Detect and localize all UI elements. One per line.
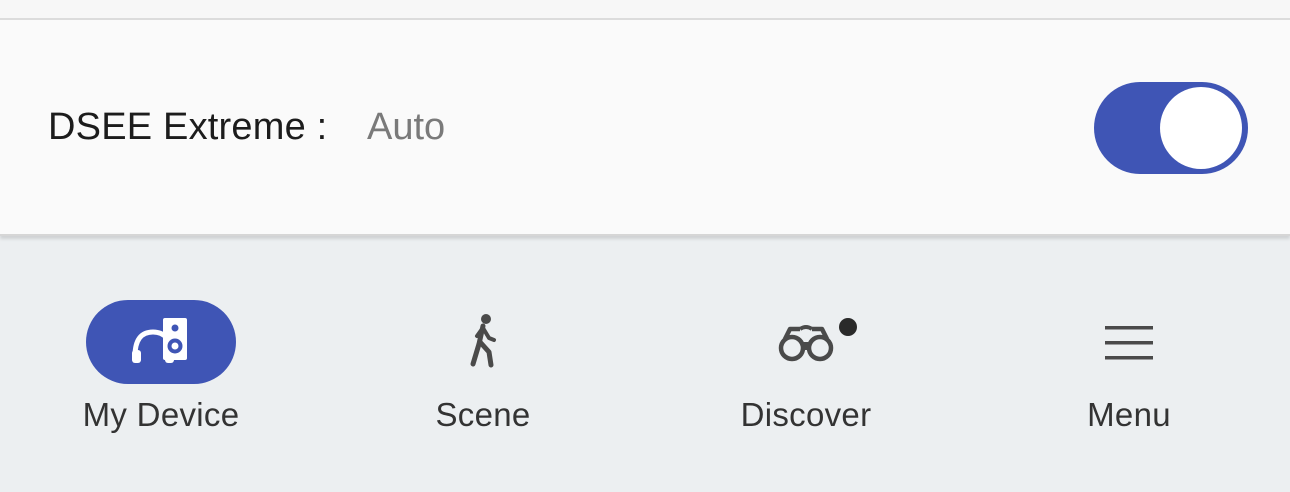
dsee-toggle-switch[interactable] — [1094, 82, 1248, 174]
nav-item-my-device[interactable]: My Device — [0, 260, 322, 460]
hamburger-menu-icon — [1105, 326, 1153, 360]
nav-icon-container — [1054, 300, 1204, 384]
dsee-setting-value: Auto — [367, 106, 446, 148]
nav-label: Menu — [1087, 396, 1171, 433]
binoculars-icon — [778, 325, 834, 362]
dsee-setting-label: DSEE Extreme : — [48, 106, 328, 148]
nav-label: Scene — [435, 396, 531, 433]
bottom-navigation-bar: My Device Scene Discover Menu — [0, 260, 1290, 492]
nav-active-indicator — [86, 300, 236, 384]
nav-label: Discover — [740, 396, 872, 433]
headphones-speaker-icon — [132, 318, 187, 363]
walking-person-icon — [470, 314, 496, 368]
nav-item-discover[interactable]: Discover — [645, 260, 967, 460]
nav-icon-container — [408, 300, 558, 384]
nav-item-menu[interactable]: Menu — [968, 260, 1290, 460]
top-divider-strip — [0, 0, 1290, 20]
nav-icon-container — [731, 300, 881, 384]
nav-label: My Device — [82, 396, 240, 433]
dsee-setting-row[interactable]: DSEE Extreme : Auto — [0, 20, 1290, 236]
nav-item-scene[interactable]: Scene — [322, 260, 644, 460]
toggle-knob — [1160, 87, 1242, 169]
notification-dot — [839, 318, 857, 336]
